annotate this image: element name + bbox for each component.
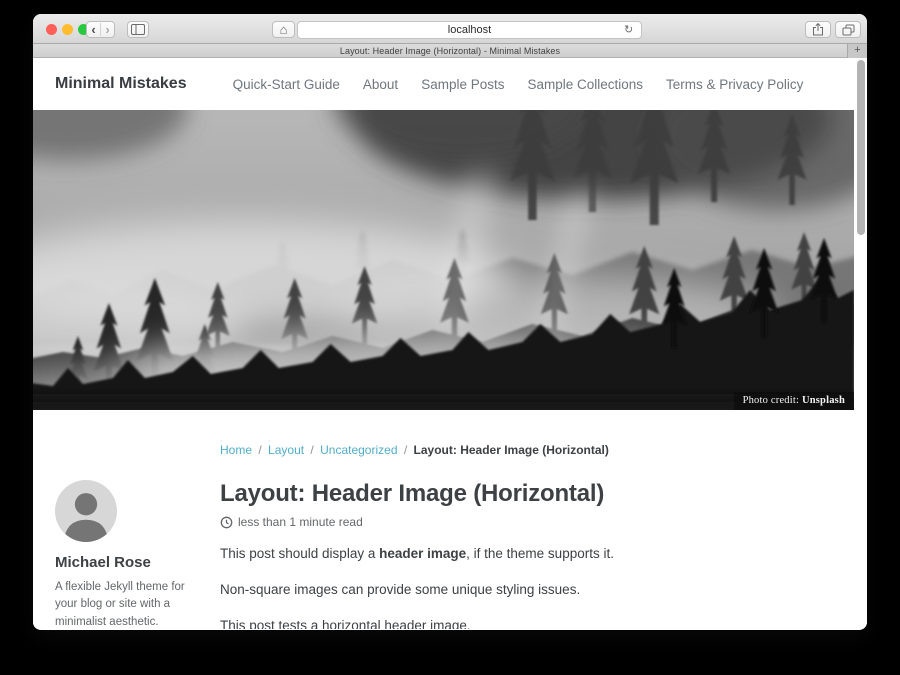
- breadcrumb-separator: /: [404, 443, 407, 457]
- back-icon: ‹: [91, 23, 95, 36]
- foggy-forest-illustration: [33, 110, 854, 410]
- reload-button[interactable]: ↻: [624, 23, 633, 36]
- traffic-lights: [46, 24, 89, 35]
- paragraph-bold-text: header image: [379, 546, 466, 561]
- clock-icon: [220, 516, 233, 529]
- minimize-window-button[interactable]: [62, 24, 73, 35]
- home-button[interactable]: ⌂: [272, 21, 295, 38]
- breadcrumb: Home / Layout / Uncategorized / Layout: …: [220, 443, 867, 457]
- breadcrumb-uncategorized[interactable]: Uncategorized: [320, 443, 397, 457]
- photo-credit-text: Photo credit:: [743, 395, 802, 406]
- author-bio: A flexible Jekyll theme for your blog or…: [55, 579, 187, 629]
- site-nav: Quick-Start Guide About Sample Posts Sam…: [233, 77, 804, 92]
- history-nav-group: ‹ ›: [86, 21, 115, 38]
- forward-button[interactable]: ›: [101, 23, 114, 36]
- forward-icon: ›: [105, 23, 109, 36]
- home-icon: ⌂: [280, 23, 288, 36]
- read-time: less than 1 minute read: [220, 515, 820, 529]
- post-paragraph: This post tests a horizontal header imag…: [220, 616, 820, 629]
- nav-item-terms-privacy[interactable]: Terms & Privacy Policy: [666, 77, 803, 92]
- nav-item-sample-posts[interactable]: Sample Posts: [421, 77, 504, 92]
- reload-icon: ↻: [624, 24, 633, 36]
- site-title-link[interactable]: Minimal Mistakes: [55, 75, 187, 93]
- nav-item-about[interactable]: About: [363, 77, 398, 92]
- share-icon: [812, 23, 824, 36]
- sidebar-icon: [131, 24, 145, 35]
- tab-bar[interactable]: Layout: Header Image (Horizontal) - Mini…: [33, 44, 867, 58]
- photo-credit: Photo credit: Unsplash: [734, 392, 854, 410]
- new-tab-icon: +: [854, 44, 860, 56]
- avatar: [55, 480, 117, 542]
- masthead: Minimal Mistakes Quick-Start Guide About…: [33, 58, 867, 110]
- header-image: Photo credit: Unsplash: [33, 110, 854, 410]
- close-window-button[interactable]: [46, 24, 57, 35]
- post-paragraph: This post should display a header image,…: [220, 544, 820, 565]
- share-button[interactable]: [805, 21, 831, 38]
- photo-credit-link[interactable]: Unsplash: [802, 395, 845, 406]
- breadcrumb-current: Layout: Header Image (Horizontal): [414, 443, 609, 457]
- author-name: Michael Rose: [55, 554, 187, 571]
- paragraph-text: This post should display a: [220, 546, 379, 561]
- tab-overview-button[interactable]: [835, 21, 861, 38]
- sidebar-toggle-button[interactable]: [127, 21, 149, 38]
- browser-window: ‹ › ⌂ ↻ Layout: Hea: [33, 14, 867, 630]
- back-button[interactable]: ‹: [87, 23, 101, 36]
- nav-item-quick-start-guide[interactable]: Quick-Start Guide: [233, 77, 340, 92]
- address-bar[interactable]: [297, 21, 642, 39]
- tab-overview-icon: [842, 24, 855, 36]
- author-sidebar: Michael Rose A flexible Jekyll theme for…: [55, 480, 187, 629]
- person-silhouette-icon: [55, 480, 117, 542]
- nav-item-sample-collections[interactable]: Sample Collections: [527, 77, 643, 92]
- scrollbar-thumb[interactable]: [857, 60, 865, 235]
- page-content: Minimal Mistakes Quick-Start Guide About…: [33, 58, 867, 629]
- post-paragraph: Non-square images can provide some uniqu…: [220, 580, 820, 601]
- breadcrumb-separator: /: [310, 443, 313, 457]
- breadcrumb-separator: /: [258, 443, 261, 457]
- new-tab-button[interactable]: +: [847, 44, 867, 58]
- browser-toolbar: ‹ › ⌂ ↻: [33, 14, 867, 44]
- post-article: Layout: Header Image (Horizontal) less t…: [220, 480, 820, 629]
- breadcrumb-layout[interactable]: Layout: [268, 443, 304, 457]
- page-title: Layout: Header Image (Horizontal): [220, 480, 820, 508]
- tab-title: Layout: Header Image (Horizontal) - Mini…: [340, 46, 560, 56]
- read-time-label: less than 1 minute read: [238, 515, 363, 529]
- paragraph-text: , if the theme supports it.: [466, 546, 614, 561]
- breadcrumb-home[interactable]: Home: [220, 443, 252, 457]
